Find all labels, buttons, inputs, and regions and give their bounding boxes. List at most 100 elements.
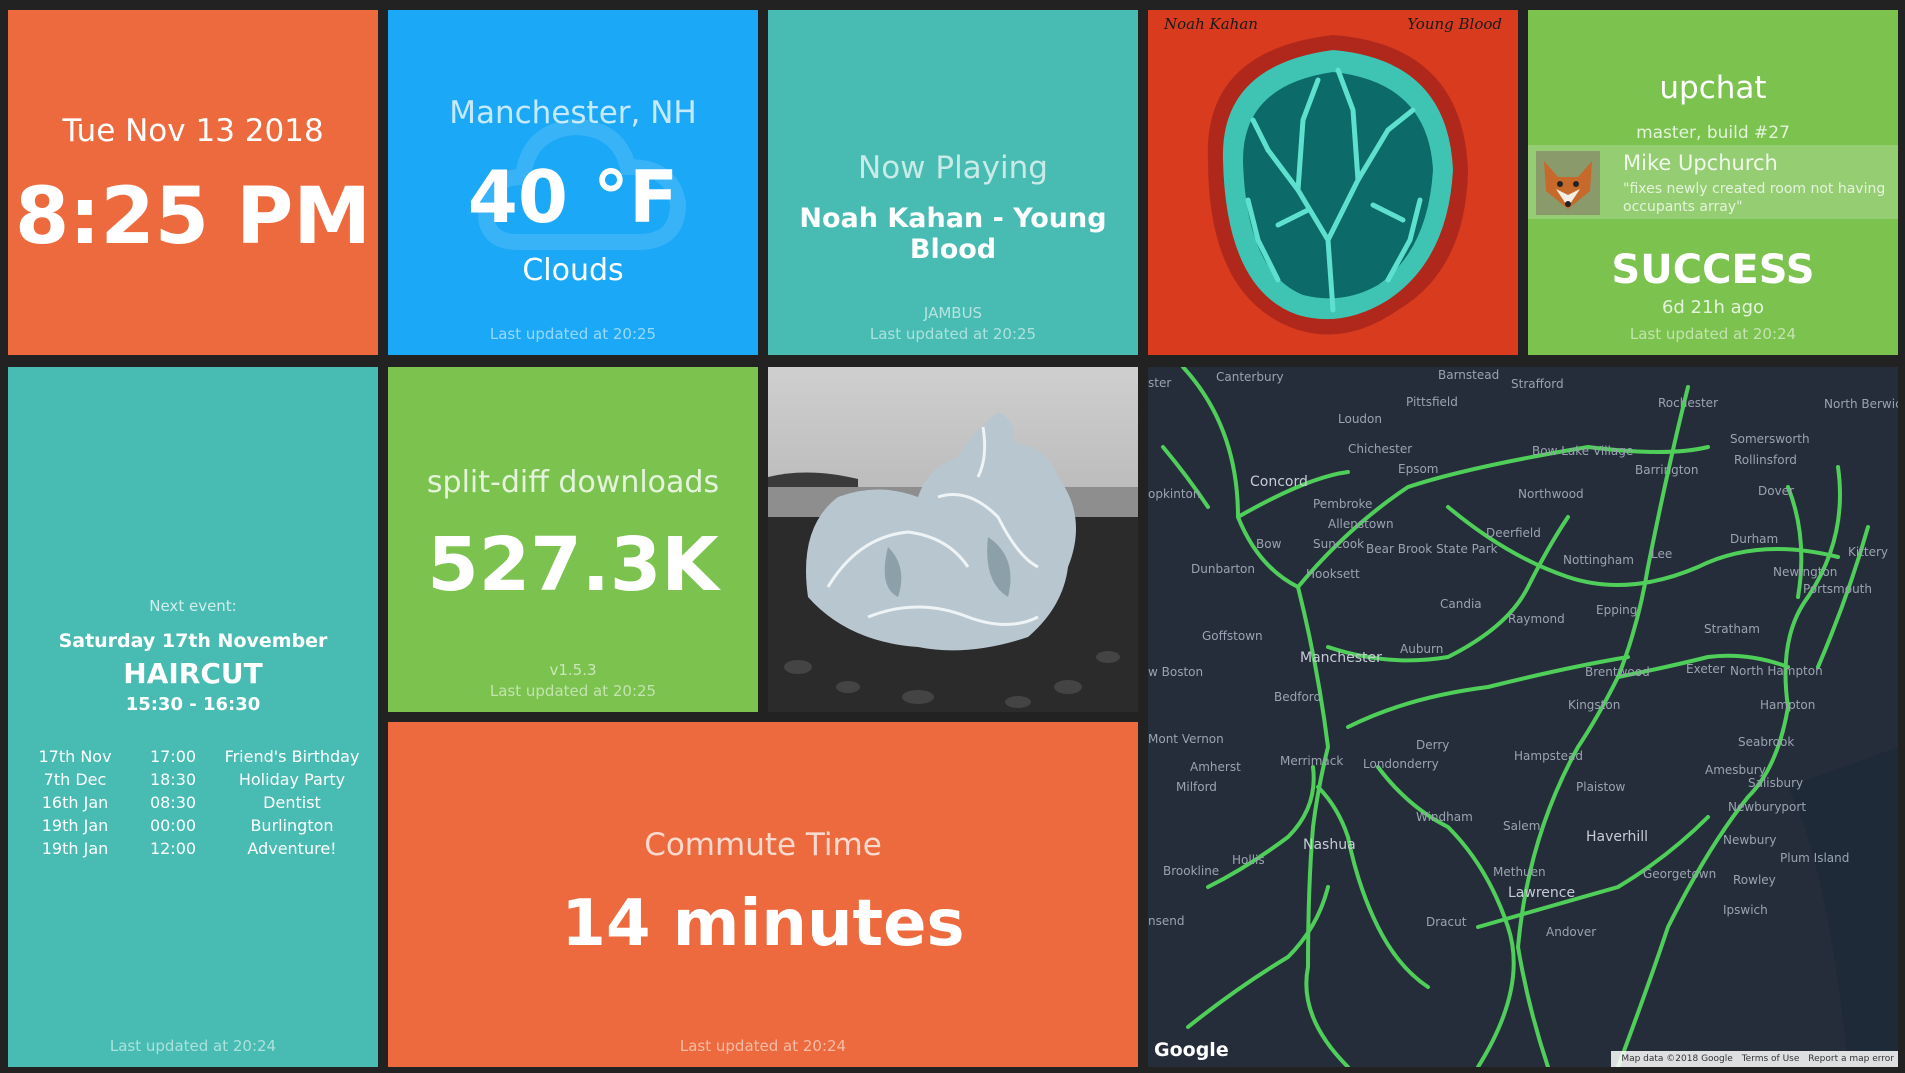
now-playing-device: JAMBUS xyxy=(923,304,983,322)
album-art-widget: Noah Kahan Young Blood xyxy=(1148,10,1518,355)
event-time: 18:30 xyxy=(149,770,197,789)
map-place: Pittsfield xyxy=(1406,395,1458,409)
map-place: Durham xyxy=(1730,532,1779,546)
ci-commit-author: Mike Upchurch xyxy=(1623,151,1778,175)
map-place: Newbury xyxy=(1723,833,1777,847)
upcoming-events-table: 17th Nov 17:00 Friend's Birthday 7th Dec… xyxy=(26,745,362,860)
map-place: Stratham xyxy=(1704,622,1760,636)
map-place: Portsmouth xyxy=(1803,582,1872,596)
map-place: Derry xyxy=(1416,738,1450,752)
ci-build-age: 6d 21h ago xyxy=(1661,297,1765,318)
terms-link[interactable]: Terms of Use xyxy=(1742,1054,1800,1064)
map-place: Salem xyxy=(1503,819,1541,833)
avatar xyxy=(1536,151,1600,215)
clock-widget: Tue Nov 13 2018 8:25 PM xyxy=(8,10,378,355)
map-place: Mont Vernon xyxy=(1148,732,1224,746)
downloads-version: v1.5.3 xyxy=(549,661,597,679)
traffic-map[interactable]: Canterbury Barnstead Strafford ster Pitt… xyxy=(1148,367,1898,1067)
map-place: Epsom xyxy=(1398,462,1439,476)
now-playing-track: Noah Kahan - Young Blood xyxy=(799,203,1107,265)
map-place: North Berwick xyxy=(1824,397,1898,411)
event-time: 08:30 xyxy=(149,793,197,812)
event-date: 17th Nov xyxy=(38,747,112,766)
map-place: Merrimack xyxy=(1280,754,1344,768)
ci-build-info: master, build #27 xyxy=(1636,123,1790,143)
next-event-label: Next event: xyxy=(149,597,237,615)
map-place: Chichester xyxy=(1348,442,1413,456)
clock-time: 8:25 PM xyxy=(15,172,371,262)
map-place: Andover xyxy=(1546,925,1597,939)
map-place: Strafford xyxy=(1511,377,1564,391)
map-place: Dunbarton xyxy=(1191,562,1256,576)
report-map-error-link[interactable]: Report a map error xyxy=(1808,1054,1894,1064)
ci-build-status: SUCCESS xyxy=(1611,247,1815,293)
map-place: Bow Lake Village xyxy=(1532,444,1634,458)
map-place: Rochester xyxy=(1658,396,1718,410)
map-place: Nottingham xyxy=(1563,553,1634,567)
map-place: Plum Island xyxy=(1780,851,1850,865)
commute-title: Commute Time xyxy=(644,827,882,863)
now-playing-updated: Last updated at 20:25 xyxy=(869,325,1037,343)
map-place: Barrington xyxy=(1635,463,1699,477)
map-place: Epping xyxy=(1596,603,1638,617)
map-place: Bear Brook State Park xyxy=(1366,542,1498,556)
event-time: 17:00 xyxy=(149,747,197,766)
map-footer: Map data ©2018 Google Terms of Use Repor… xyxy=(1611,1051,1898,1067)
weather-location: Manchester, NH xyxy=(449,95,697,131)
map-place: Georgetown xyxy=(1643,867,1717,881)
map-roads xyxy=(1148,367,1898,1067)
next-event-time: 15:30 - 16:30 xyxy=(125,694,261,715)
table-row: 19th Jan 00:00 Burlington xyxy=(26,814,362,837)
map-place: North Hampton xyxy=(1730,664,1823,678)
album-title-text: Young Blood xyxy=(1407,15,1502,33)
map-place: opkinton xyxy=(1148,487,1201,501)
map-place: Amherst xyxy=(1190,760,1241,774)
map-place: Raymond xyxy=(1508,612,1565,626)
photo-widget xyxy=(768,367,1138,712)
map-place: Auburn xyxy=(1400,642,1444,656)
table-row: 16th Jan 08:30 Dentist xyxy=(26,791,362,814)
event-name: Holiday Party xyxy=(238,770,346,789)
map-place: Goffstown xyxy=(1202,629,1263,643)
downloads-widget: split-diff downloads 527.3K v1.5.3 Last … xyxy=(388,367,758,712)
map-place: Bow xyxy=(1256,537,1282,551)
ci-commit-card: Mike Upchurch "fixes newly created room … xyxy=(1528,145,1898,219)
map-place: Windham xyxy=(1416,810,1473,824)
map-place: Rowley xyxy=(1733,873,1776,887)
map-place: Hollis xyxy=(1232,853,1265,867)
map-place: Plaistow xyxy=(1576,780,1626,794)
map-place: Bedford xyxy=(1274,690,1322,704)
event-date: 16th Jan xyxy=(41,793,109,812)
map-place: Dover xyxy=(1758,484,1794,498)
event-date: 7th Dec xyxy=(43,770,107,789)
next-event-name: HAIRCUT xyxy=(123,657,263,690)
map-place: Hampstead xyxy=(1514,749,1583,763)
event-date: 19th Jan xyxy=(41,839,109,858)
map-place: Canterbury xyxy=(1216,370,1284,384)
event-name: Friend's Birthday xyxy=(224,747,360,766)
map-place: Loudon xyxy=(1338,412,1382,426)
table-row: 7th Dec 18:30 Holiday Party xyxy=(26,768,362,791)
map-place: Somersworth xyxy=(1730,432,1810,446)
map-place: w Boston xyxy=(1148,665,1204,679)
map-place: Salisbury xyxy=(1748,776,1804,790)
map-place: Kingston xyxy=(1568,698,1621,712)
map-place: Northwood xyxy=(1518,487,1584,501)
map-place: Brookline xyxy=(1163,864,1220,878)
map-place: Seabrook xyxy=(1738,735,1795,749)
downloads-count: 527.3K xyxy=(427,522,719,608)
map-place: Candia xyxy=(1440,597,1482,611)
ci-commit-message: "fixes newly created room not having occ… xyxy=(1623,181,1886,215)
map-place: Barnstead xyxy=(1438,368,1500,382)
map-place: nsend xyxy=(1148,914,1185,928)
weather-condition: Clouds xyxy=(522,253,624,288)
map-place: Suncook xyxy=(1313,537,1365,551)
event-name: Burlington xyxy=(250,816,334,835)
map-place: Haverhill xyxy=(1586,829,1649,845)
map-place: Lee xyxy=(1651,547,1673,561)
google-logo: Google xyxy=(1154,1039,1229,1061)
event-time: 12:00 xyxy=(149,839,197,858)
map-place: Brentwood xyxy=(1585,665,1650,679)
event-name: Adventure! xyxy=(247,839,337,858)
map-place: Milford xyxy=(1176,780,1217,794)
